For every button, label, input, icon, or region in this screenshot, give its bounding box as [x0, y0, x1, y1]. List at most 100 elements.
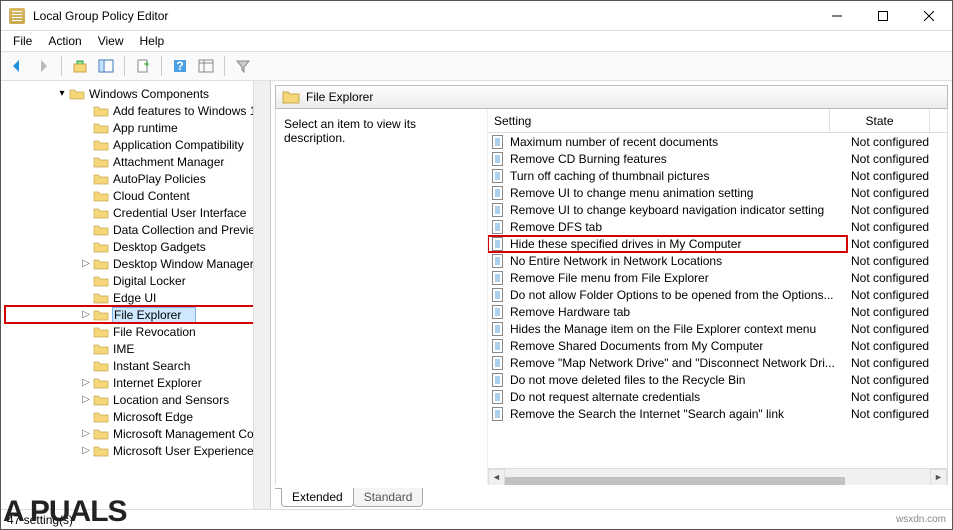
- setting-state: Not configured: [847, 390, 947, 404]
- settings-rows[interactable]: Maximum number of recent documentsNot co…: [488, 133, 947, 468]
- setting-row[interactable]: Remove CD Burning featuresNot configured: [488, 150, 947, 167]
- tree-node[interactable]: File Revocation: [5, 323, 270, 340]
- column-state[interactable]: State: [830, 109, 930, 132]
- toolbar-separator: [124, 56, 125, 76]
- tree-node[interactable]: ▷Location and Sensors: [5, 391, 270, 408]
- menu-help[interactable]: Help: [132, 32, 173, 50]
- setting-name: Turn off caching of thumbnail pictures: [510, 169, 709, 183]
- setting-state: Not configured: [847, 254, 947, 268]
- tree-node[interactable]: ▷Desktop Window Manager: [5, 255, 270, 272]
- content-body: Select an item to view its description. …: [275, 109, 948, 485]
- setting-name: Remove the Search the Internet "Search a…: [510, 407, 784, 421]
- tree-node[interactable]: Desktop Gadgets: [5, 238, 270, 255]
- options-button[interactable]: [194, 55, 218, 77]
- tree-node-label: Data Collection and Preview: [113, 223, 264, 237]
- help-button[interactable]: ?: [168, 55, 192, 77]
- setting-row[interactable]: No Entire Network in Network LocationsNo…: [488, 252, 947, 269]
- policy-icon: [490, 406, 506, 422]
- scroll-left-button[interactable]: ◄: [488, 469, 505, 486]
- tree-node-label: Credential User Interface: [113, 206, 246, 220]
- setting-row[interactable]: Hide these specified drives in My Comput…: [488, 235, 947, 252]
- tree-node[interactable]: Instant Search: [5, 357, 270, 374]
- folder-icon: [93, 360, 109, 372]
- up-button[interactable]: [68, 55, 92, 77]
- setting-state: Not configured: [847, 237, 947, 251]
- folder-icon: [282, 90, 300, 104]
- tree-node[interactable]: ▷File Explorer: [5, 306, 270, 323]
- scroll-right-button[interactable]: ►: [930, 469, 947, 486]
- tree-node[interactable]: Data Collection and Preview: [5, 221, 270, 238]
- tab-extended[interactable]: Extended: [281, 488, 354, 507]
- tree-node-label: Cloud Content: [113, 189, 190, 203]
- setting-row[interactable]: Hides the Manage item on the File Explor…: [488, 320, 947, 337]
- policy-icon: [490, 151, 506, 167]
- policy-icon: [490, 304, 506, 320]
- setting-row[interactable]: Remove UI to change menu animation setti…: [488, 184, 947, 201]
- tree-pane[interactable]: ▾Windows ComponentsAdd features to Windo…: [1, 81, 271, 509]
- setting-name: Remove UI to change keyboard navigation …: [510, 203, 824, 217]
- setting-row[interactable]: Do not move deleted files to the Recycle…: [488, 371, 947, 388]
- horizontal-scrollbar[interactable]: ◄ ►: [488, 468, 947, 485]
- policy-icon: [490, 219, 506, 235]
- tree-node[interactable]: Digital Locker: [5, 272, 270, 289]
- setting-name: Do not move deleted files to the Recycle…: [510, 373, 745, 387]
- export-button[interactable]: [131, 55, 155, 77]
- tree-node-label: Attachment Manager: [113, 155, 224, 169]
- forward-button[interactable]: [31, 55, 55, 77]
- tree-node[interactable]: App runtime: [5, 119, 270, 136]
- setting-state: Not configured: [847, 305, 947, 319]
- setting-row[interactable]: Remove Shared Documents from My Computer…: [488, 337, 947, 354]
- policy-icon: [490, 338, 506, 354]
- tree-node[interactable]: IME: [5, 340, 270, 357]
- tree-node[interactable]: Microsoft Edge: [5, 408, 270, 425]
- policy-icon: [490, 321, 506, 337]
- folder-icon: [93, 292, 109, 304]
- setting-state: Not configured: [847, 407, 947, 421]
- tab-standard[interactable]: Standard: [353, 488, 424, 507]
- setting-state: Not configured: [847, 271, 947, 285]
- setting-row[interactable]: Maximum number of recent documentsNot co…: [488, 133, 947, 150]
- policy-icon: [490, 355, 506, 371]
- menu-file[interactable]: File: [5, 32, 40, 50]
- tree-node[interactable]: Application Compatibility: [5, 136, 270, 153]
- tree-node[interactable]: ▷Internet Explorer: [5, 374, 270, 391]
- setting-row[interactable]: Remove "Map Network Drive" and "Disconne…: [488, 354, 947, 371]
- setting-row[interactable]: Do not request alternate credentialsNot …: [488, 388, 947, 405]
- setting-row[interactable]: Remove DFS tabNot configured: [488, 218, 947, 235]
- menu-view[interactable]: View: [90, 32, 132, 50]
- tree-node-label: Desktop Window Manager: [113, 257, 254, 271]
- setting-state: Not configured: [847, 135, 947, 149]
- setting-name: Remove CD Burning features: [510, 152, 667, 166]
- tree-node[interactable]: Attachment Manager: [5, 153, 270, 170]
- tree-node-label: IME: [113, 342, 134, 356]
- show-hide-tree-button[interactable]: [94, 55, 118, 77]
- setting-row[interactable]: Remove UI to change keyboard navigation …: [488, 201, 947, 218]
- minimize-button[interactable]: [814, 1, 860, 31]
- tree-node[interactable]: ▷Microsoft Management Console: [5, 425, 270, 442]
- scroll-thumb[interactable]: [505, 477, 845, 485]
- column-setting[interactable]: Setting: [488, 109, 830, 132]
- setting-row[interactable]: Turn off caching of thumbnail picturesNo…: [488, 167, 947, 184]
- tree-node[interactable]: AutoPlay Policies: [5, 170, 270, 187]
- back-button[interactable]: [5, 55, 29, 77]
- column-headers: Setting State: [488, 109, 947, 133]
- tree-node[interactable]: Credential User Interface: [5, 204, 270, 221]
- setting-row[interactable]: Do not allow Folder Options to be opened…: [488, 286, 947, 303]
- tree-node[interactable]: Add features to Windows 10: [5, 102, 270, 119]
- view-tabs: Extended Standard: [275, 485, 948, 507]
- setting-row[interactable]: Remove Hardware tabNot configured: [488, 303, 947, 320]
- tree-node[interactable]: Edge UI: [5, 289, 270, 306]
- setting-row[interactable]: Remove File menu from File ExplorerNot c…: [488, 269, 947, 286]
- policy-icon: [490, 185, 506, 201]
- tree-node[interactable]: ▷Microsoft User Experience V: [5, 442, 270, 459]
- tree-node-root[interactable]: ▾Windows Components: [5, 85, 270, 102]
- setting-name: Do not allow Folder Options to be opened…: [510, 288, 834, 302]
- policy-icon: [490, 270, 506, 286]
- menu-action[interactable]: Action: [40, 32, 89, 50]
- maximize-button[interactable]: [860, 1, 906, 31]
- policy-icon: [490, 168, 506, 184]
- filter-button[interactable]: [231, 55, 255, 77]
- tree-node[interactable]: Cloud Content: [5, 187, 270, 204]
- setting-row[interactable]: Remove the Search the Internet "Search a…: [488, 405, 947, 422]
- close-button[interactable]: [906, 1, 952, 31]
